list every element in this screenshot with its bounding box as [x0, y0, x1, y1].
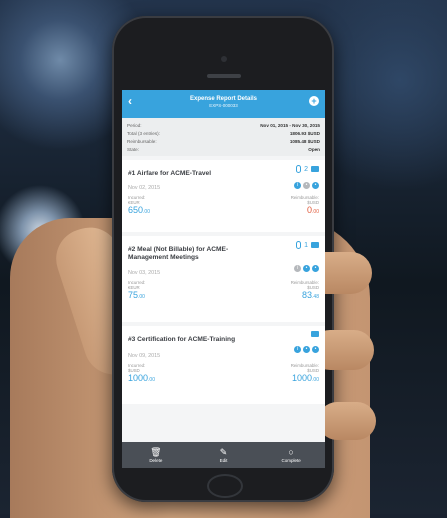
expense-amounts: Incurred: €EUR 75.00 Reimbursable: $USD … [128, 280, 319, 302]
expense-title: #2 Meal (Not Billable) for ACME-Manageme… [128, 246, 229, 261]
complete-label: Complete [281, 458, 301, 463]
attachment-count: 2 [304, 165, 308, 173]
incurred-block: Incurred: €EUR 650.00 [128, 195, 150, 217]
finger [318, 402, 376, 440]
expense-title: #3 Certification for ACME-Training [128, 336, 236, 343]
attachment-count: 1 [304, 241, 308, 249]
attachment-icons [311, 331, 319, 337]
pencil-icon: ✎ [219, 447, 228, 457]
expense-card[interactable]: #1 Airfare for ACME-Travel 2 i • • Nov 0… [122, 160, 325, 232]
incurred-block: Incurred: €EUR 75.00 [128, 280, 145, 302]
summary-label: Total (3 entries): [127, 130, 160, 136]
expense-amounts: Incurred: $USD 1000.00 Reimbursable: $US… [128, 363, 319, 385]
complete-icon: ○ [288, 447, 294, 457]
info-icon[interactable]: i [294, 182, 301, 189]
expense-amounts: Incurred: €EUR 650.00 Reimbursable: $USD… [128, 195, 319, 217]
edit-label: Edit [219, 458, 228, 463]
phone-screen: ‹ Expense Report Details EXPS-000033 + P… [122, 90, 325, 468]
expense-card[interactable]: #2 Meal (Not Billable) for ACME-Manageme… [122, 236, 325, 322]
expense-title: #1 Airfare for ACME-Travel [128, 170, 212, 177]
receipt-icon[interactable]: • [303, 265, 310, 272]
expense-date: Nov 02, 2015 [128, 185, 161, 191]
summary-row: State: Open [127, 145, 320, 153]
reimbursable-amount: 83.48 [302, 290, 319, 300]
summary-row: Reimbursable: 1085.48 $USD [127, 137, 320, 145]
camera-icon[interactable] [311, 166, 319, 172]
delete-label: Delete [149, 458, 163, 463]
edit-icon[interactable]: • [312, 346, 319, 353]
expense-card[interactable]: #3 Certification for ACME-Training i • •… [122, 326, 325, 404]
app-header: ‹ Expense Report Details EXPS-000033 + [122, 90, 325, 118]
reimbursable-block: Reimbursable: $USD 83.48 [291, 280, 319, 302]
complete-button[interactable]: ○ Complete [266, 447, 316, 463]
expense-actions: i • • [294, 265, 319, 272]
expense-actions: i • • [294, 182, 319, 189]
attachment-icons: 1 [296, 241, 319, 249]
edit-button[interactable]: ✎ Edit [198, 447, 248, 463]
summary-row: Total (3 entries): 1806.93 $USD [127, 129, 320, 137]
expense-actions: i • • [294, 346, 319, 353]
summary-row: Period: Nov 01, 2015 - Nov 30, 2015 [127, 121, 320, 129]
camera-icon[interactable] [311, 331, 319, 337]
delete-button[interactable]: 🗑 Delete [131, 447, 181, 463]
reimbursable-block: Reimbursable: $USD 1000.00 [291, 363, 319, 385]
summary-value: 1806.93 $USD [289, 130, 320, 136]
receipt-icon[interactable]: • [303, 182, 310, 189]
summary-label: Period: [127, 122, 142, 128]
incurred-block: Incurred: $USD 1000.00 [128, 363, 155, 385]
camera-icon[interactable] [311, 242, 319, 248]
edit-icon[interactable]: • [312, 265, 319, 272]
paperclip-icon[interactable] [296, 241, 302, 249]
info-icon[interactable]: i [294, 346, 301, 353]
receipt-icon[interactable]: • [303, 346, 310, 353]
front-camera [221, 56, 227, 62]
summary-value: 1085.48 $USD [289, 138, 320, 144]
info-icon[interactable]: i [294, 265, 301, 272]
incurred-amount: 1000.00 [128, 373, 155, 383]
reimbursable-amount: 0.00 [307, 205, 319, 215]
paperclip-icon[interactable] [296, 165, 302, 173]
attachment-icons: 2 [296, 165, 319, 173]
action-bar: 🗑 Delete ✎ Edit ○ Complete [122, 442, 325, 468]
expense-date: Nov 03, 2015 [128, 270, 161, 276]
report-id: EXPS-000033 [209, 103, 238, 108]
home-button[interactable] [207, 474, 243, 498]
report-summary: Period: Nov 01, 2015 - Nov 30, 2015 Total… [122, 118, 325, 156]
page-title: Expense Report Details [189, 96, 258, 102]
trash-icon: 🗑 [150, 447, 162, 457]
phone-speaker [207, 74, 241, 78]
incurred-amount: 650.00 [128, 205, 150, 215]
reimbursable-amount: 1000.00 [292, 373, 319, 383]
incurred-amount: 75.00 [128, 290, 145, 300]
add-icon[interactable]: + [309, 96, 319, 106]
summary-value: Open [308, 146, 320, 152]
expense-date: Nov 09, 2015 [128, 353, 161, 359]
edit-icon[interactable]: • [312, 182, 319, 189]
reimbursable-block: Reimbursable: $USD 0.00 [291, 195, 319, 217]
summary-label: Reimbursable: [127, 138, 157, 144]
summary-label: State: [127, 146, 140, 152]
summary-value: Nov 01, 2015 - Nov 30, 2015 [260, 122, 320, 128]
